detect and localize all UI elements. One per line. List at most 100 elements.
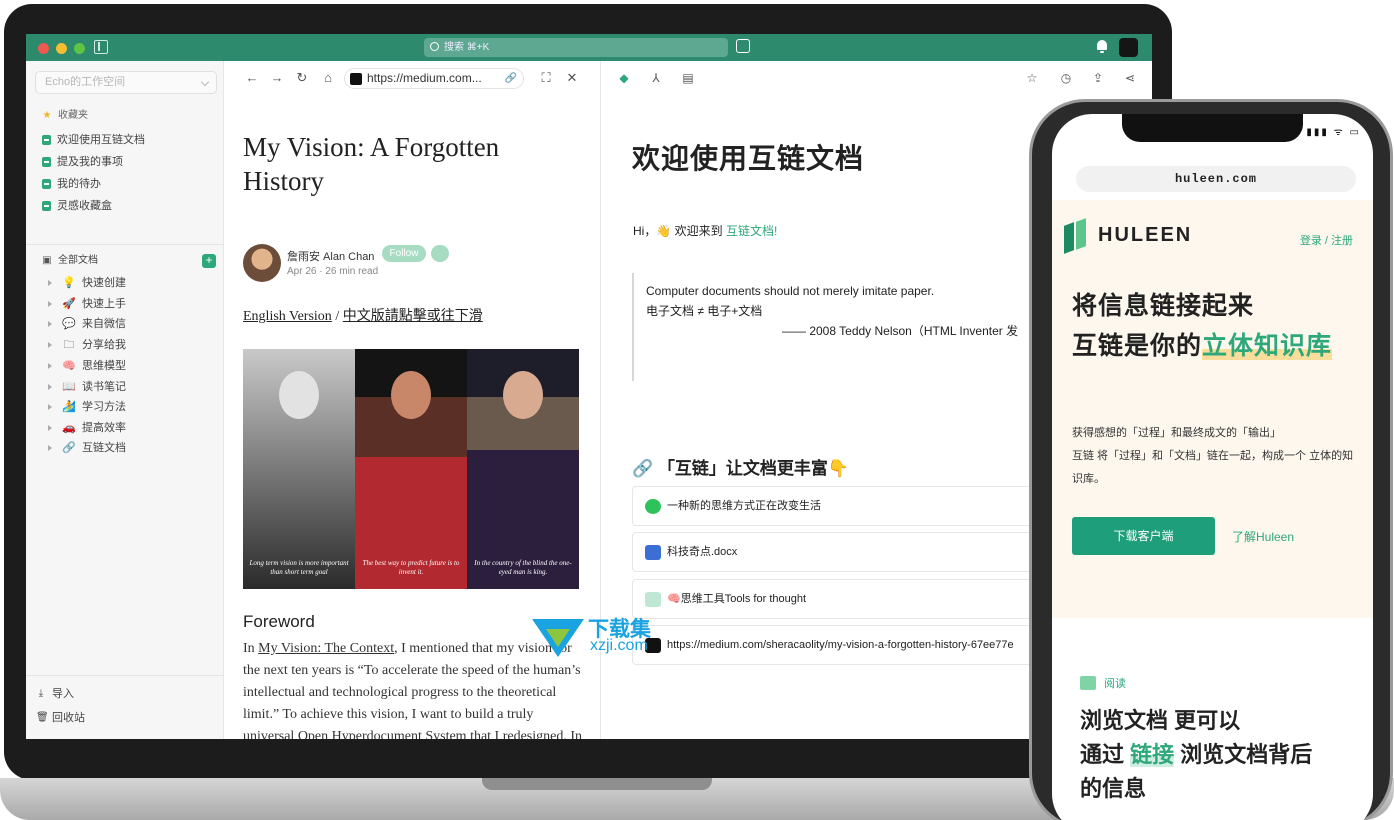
maximize-window-button[interactable] bbox=[74, 43, 85, 54]
share-icon[interactable]: ⋖ bbox=[1122, 71, 1138, 85]
lang-separator: / bbox=[331, 309, 343, 324]
close-icon[interactable]: ✕ bbox=[564, 71, 580, 85]
all-docs-header[interactable]: ▣ 全部文档 bbox=[42, 252, 98, 270]
sidebar-item-label: 提及我的事项 bbox=[57, 156, 123, 168]
history-icon[interactable]: ◷ bbox=[1058, 71, 1074, 85]
forward-arrow-icon[interactable]: → bbox=[269, 71, 285, 85]
favorites-label: 收藏夹 bbox=[58, 110, 88, 121]
subscribe-icon[interactable] bbox=[431, 245, 449, 262]
author-name[interactable]: 詹雨安 Alan Chan bbox=[287, 248, 374, 264]
quote-line: 电子文档 ≠ 电子+文档 bbox=[646, 304, 763, 318]
document-icon bbox=[645, 592, 661, 607]
login-register-link[interactable]: 登录 / 注册 bbox=[1300, 232, 1353, 248]
bell-icon[interactable] bbox=[1096, 40, 1108, 53]
read-text: 浏览文档背后 bbox=[1174, 742, 1313, 767]
huleen-logo-icon bbox=[1064, 218, 1092, 254]
fullscreen-icon[interactable]: ⛶ bbox=[538, 71, 554, 85]
graph-icon[interactable]: ⅄ bbox=[648, 71, 664, 85]
workspace-select[interactable]: Echo的工作空间 bbox=[35, 71, 217, 94]
minimize-window-button[interactable] bbox=[56, 43, 67, 54]
docx-file-icon bbox=[645, 545, 661, 560]
tree-item[interactable]: 🏄 学习方法 bbox=[48, 398, 126, 416]
author-avatar[interactable] bbox=[243, 244, 281, 282]
quote-block: Computer documents should not merely imi… bbox=[632, 273, 1052, 381]
greeting-text: Hi，👋 欢迎来到 bbox=[633, 224, 723, 238]
tree-item[interactable]: 🧠 思维模型 bbox=[48, 357, 126, 375]
linked-card-docx[interactable]: 科技奇点.docx bbox=[632, 532, 1052, 572]
search-placeholder: 搜索 ⌘+K bbox=[444, 42, 490, 53]
quote-attribution: —— 2008 Teddy Nelson（HTML Inventer 发 bbox=[782, 324, 1019, 338]
tree-item[interactable]: 📖 读书笔记 bbox=[48, 378, 126, 396]
download-client-button[interactable]: 下载客户端 bbox=[1072, 517, 1215, 555]
trash-button[interactable]: 🗑 回收站 bbox=[36, 709, 85, 727]
folder-icon: 🗀 bbox=[63, 339, 75, 351]
status-icons: ▮▮▮ ᯤ ▭ bbox=[1306, 127, 1361, 138]
tree-item[interactable]: 🚀 快速上手 bbox=[48, 295, 126, 313]
back-arrow-icon[interactable]: ← bbox=[244, 71, 260, 85]
leaf-icon[interactable]: ◆ bbox=[616, 71, 632, 85]
portrait bbox=[391, 371, 431, 419]
sidebar-item-inspiration[interactable]: 灵感收藏盒 bbox=[42, 197, 112, 215]
read-highlight: 链接 bbox=[1130, 742, 1175, 767]
tree-item[interactable]: 🚗 提高效率 bbox=[48, 419, 126, 437]
avatar[interactable] bbox=[1119, 38, 1138, 57]
add-document-button[interactable]: + bbox=[202, 254, 216, 268]
home-icon[interactable]: ⌂ bbox=[320, 71, 336, 85]
hero-section: HULEEN 登录 / 注册 将信息链接起来 互链是你的立体知识库 获得感想的「… bbox=[1052, 200, 1373, 618]
body-text: In bbox=[243, 641, 259, 656]
title-bar: 搜索 ⌘+K bbox=[26, 34, 1152, 61]
url-bar[interactable]: https://medium.com... 🔗 bbox=[344, 68, 524, 89]
sidebar: Echo的工作空间 ★ 收藏夹 欢迎使用互链文档 提及我的事项 我的待办 灵感收… bbox=[26, 61, 224, 739]
context-article-link[interactable]: My Vision: The Context bbox=[258, 641, 394, 656]
favorites-header[interactable]: ★ 收藏夹 bbox=[42, 107, 88, 125]
car-icon: 🚗 bbox=[62, 422, 76, 434]
learn-huleen-link[interactable]: 了解Huleen bbox=[1232, 528, 1294, 545]
tree-item-label: 分享给我 bbox=[82, 339, 126, 351]
linked-card-medium[interactable]: https://medium.com/sheracaolity/my-visio… bbox=[632, 625, 1052, 665]
phone-frame: ▮▮▮ ᯤ ▭ huleen.com HULEEN 登录 / 注册 将信息链接起… bbox=[1029, 99, 1393, 820]
chinese-version-link[interactable]: 中文版請點擊或往下滑 bbox=[343, 309, 483, 324]
tree-item[interactable]: 🔗 互链文档 bbox=[48, 439, 126, 457]
close-window-button[interactable] bbox=[38, 43, 49, 54]
phone-url-bar[interactable]: huleen.com bbox=[1076, 166, 1356, 192]
portrait bbox=[279, 371, 319, 419]
brain-icon: 🧠 bbox=[62, 360, 76, 372]
star-outline-icon[interactable]: ☆ bbox=[1024, 71, 1040, 85]
link-icon: 🔗 bbox=[62, 442, 76, 454]
photo-caption: In the country of the blind the one-eyed… bbox=[474, 559, 572, 576]
document-icon bbox=[42, 179, 51, 189]
sidebar-toggle-icon[interactable] bbox=[94, 40, 108, 54]
export-icon[interactable]: ⇪ bbox=[1090, 71, 1106, 85]
reload-icon[interactable]: ↻ bbox=[294, 71, 310, 85]
follow-button[interactable]: Follow bbox=[382, 245, 426, 262]
read-tag: 阅读 bbox=[1080, 675, 1126, 691]
medium-favicon-icon bbox=[350, 73, 362, 85]
read-line: 通过 链接 浏览文档背后 bbox=[1080, 738, 1312, 772]
tree-item[interactable]: 🗀 分享给我 bbox=[48, 336, 126, 354]
english-version-link[interactable]: English Version bbox=[243, 309, 332, 324]
linked-card-tools[interactable]: 🧠思维工具Tools for thought bbox=[632, 579, 1052, 619]
tree-item-label: 互链文档 bbox=[82, 442, 126, 454]
import-button[interactable]: ⤓ 导入 bbox=[36, 685, 74, 703]
linked-card-wechat[interactable]: 一种新的思维方式正在改变生活 bbox=[632, 486, 1052, 526]
tree-item[interactable]: 💬 来自微信 bbox=[48, 315, 126, 333]
sidebar-item-mentions[interactable]: 提及我的事项 bbox=[42, 153, 123, 171]
caret-right-icon bbox=[48, 425, 52, 431]
link-icon[interactable]: 🔗 bbox=[505, 69, 517, 88]
sidebar-item-welcome[interactable]: 欢迎使用互链文档 bbox=[42, 131, 145, 149]
tree-item[interactable]: 💡 快速创建 bbox=[48, 274, 126, 292]
card-label: 🧠思维工具Tools for thought bbox=[667, 593, 807, 605]
phone-notch bbox=[1122, 114, 1303, 142]
comment-icon[interactable]: ▤ bbox=[680, 71, 696, 85]
article-title: My Vision: A Forgotten History bbox=[243, 132, 500, 196]
download-icon: ⤓ bbox=[38, 688, 44, 699]
laptop-frame: 搜索 ⌘+K Echo的工作空间 ★ 收藏夹 欢迎使用互链文档 提及我的事项 我… bbox=[4, 4, 1172, 780]
caret-right-icon bbox=[48, 404, 52, 410]
trash-label: 回收站 bbox=[52, 712, 85, 724]
global-search-bar[interactable]: 搜索 ⌘+K bbox=[424, 38, 728, 57]
huleen-doc-link[interactable]: 互链文档! bbox=[726, 224, 777, 238]
new-document-icon[interactable] bbox=[736, 39, 750, 53]
chevron-down-icon bbox=[200, 77, 210, 87]
article-meta: Apr 26 · 26 min read bbox=[287, 266, 379, 277]
sidebar-item-todo[interactable]: 我的待办 bbox=[42, 175, 101, 193]
